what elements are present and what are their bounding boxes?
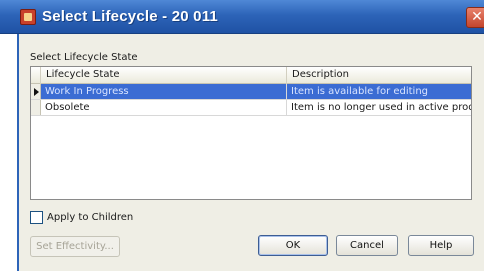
cell-description[interactable]: Item is available for editing — [287, 84, 471, 99]
window-title: Select Lifecycle - 20 011 — [42, 8, 218, 25]
section-label: Select Lifecycle State — [30, 52, 138, 63]
table-row[interactable]: Obsolete Item is no longer used in activ… — [31, 100, 471, 116]
grid-header: Lifecycle State Description — [31, 67, 471, 84]
table-row[interactable]: Work In Progress Item is available for e… — [31, 84, 471, 100]
row-selector[interactable] — [31, 100, 41, 115]
close-icon: ✕ — [471, 9, 483, 25]
column-header-lifecycle-state[interactable]: Lifecycle State — [41, 67, 287, 84]
apply-to-children-label[interactable]: Apply to Children — [47, 210, 133, 225]
cell-lifecycle-state[interactable]: Work In Progress — [41, 84, 287, 99]
app-icon — [20, 9, 36, 25]
title-bar[interactable]: Select Lifecycle - 20 011 ✕ — [0, 0, 484, 34]
close-button[interactable]: ✕ — [466, 7, 484, 28]
help-button[interactable]: Help — [408, 235, 474, 256]
row-pointer-icon — [34, 88, 39, 96]
cell-description[interactable]: Item is no longer used in active product… — [287, 100, 471, 115]
ok-button[interactable]: OK — [258, 235, 328, 256]
row-selector[interactable] — [31, 84, 41, 99]
cell-lifecycle-state[interactable]: Obsolete — [41, 100, 287, 115]
column-header-description[interactable]: Description — [287, 67, 471, 84]
apply-to-children-checkbox[interactable] — [30, 211, 43, 224]
lifecycle-grid[interactable]: Lifecycle State Description Work In Prog… — [30, 66, 472, 200]
row-header-corner — [31, 67, 41, 84]
set-effectivity-button[interactable]: Set Effectivity... — [30, 236, 120, 257]
cancel-button[interactable]: Cancel — [336, 235, 398, 256]
